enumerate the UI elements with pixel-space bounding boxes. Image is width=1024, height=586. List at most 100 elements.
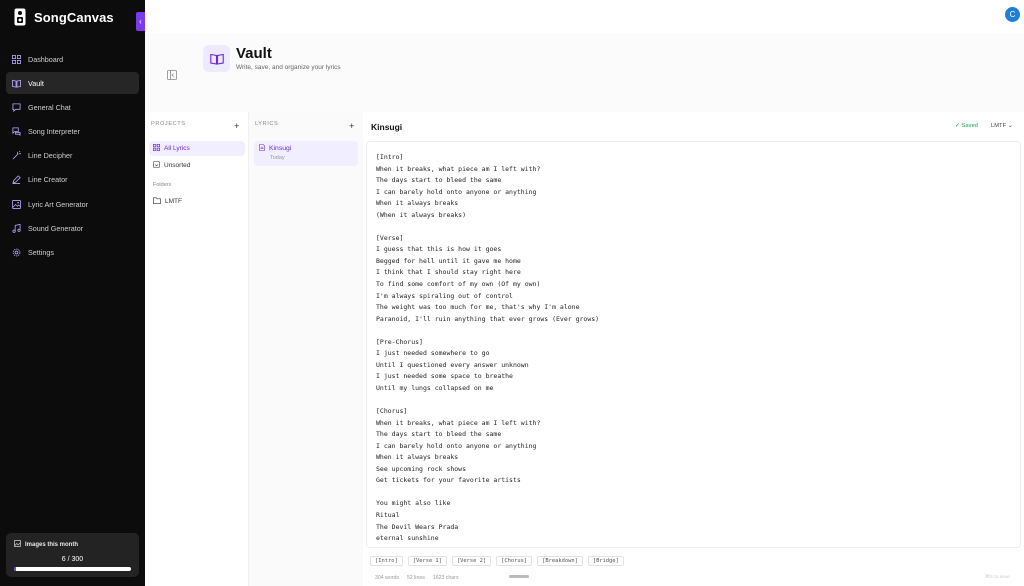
sidebar-item-settings[interactable]: Settings xyxy=(6,242,139,264)
lyric-line: Ritual xyxy=(376,510,400,519)
sidebar-item-label: Song Interpreter xyxy=(28,127,80,137)
brand-name: SongCanvas xyxy=(34,9,114,25)
section-tag-button[interactable]: [Verse 1] xyxy=(407,556,447,566)
lyric-line: When it always breaks xyxy=(376,199,459,208)
projects-panel: PROJECTS + All Lyrics Unsorted Folders L… xyxy=(145,112,249,586)
section-tag-button[interactable]: [Chorus] xyxy=(496,556,533,566)
sidebar-item-line-decipher[interactable]: Line Decipher xyxy=(6,145,139,167)
lyric-title: Kinsugi xyxy=(269,145,292,152)
lyric-line: [Verse] xyxy=(376,233,404,242)
folder-select[interactable]: LMTF ⌄ xyxy=(991,123,1013,129)
document-icon xyxy=(259,144,265,153)
sidebar-item-song-interpreter[interactable]: Song Interpreter xyxy=(6,121,139,143)
lyric-line: The weight was too much for me, that's w… xyxy=(376,303,580,312)
folder-icon xyxy=(153,197,161,206)
sidebar-item-label: General Chat xyxy=(28,102,71,112)
sidebar-item-label: Lyric Art Generator xyxy=(28,199,89,209)
projects-heading: PROJECTS xyxy=(151,121,186,127)
sidebar-item-lyric-art-generator[interactable]: Lyric Art Generator xyxy=(6,193,139,215)
add-lyric-button[interactable]: + xyxy=(349,121,355,131)
chevron-left-icon: ‹ xyxy=(139,17,142,26)
image-quota-card: Images this month 6 / 300 xyxy=(6,533,139,577)
image-icon xyxy=(14,540,21,549)
lyric-line: When it breaks, what piece am I left wit… xyxy=(376,418,541,427)
lyric-line: I just needed some space to breathe xyxy=(376,372,513,381)
lyrics-text: [Intro] When it breaks, what piece am I l… xyxy=(376,152,1011,547)
lyric-line: I can barely hold onto anyone or anythin… xyxy=(376,441,537,450)
book-icon xyxy=(209,53,224,65)
lyric-line xyxy=(376,394,1011,406)
add-project-button[interactable]: + xyxy=(234,121,240,131)
section-tag-button[interactable]: [Breakdown] xyxy=(537,556,583,566)
pen-icon xyxy=(12,175,21,185)
lyric-line: The days start to bleed the same xyxy=(376,430,502,439)
lyric-line: The Devil Wears Prada xyxy=(376,522,459,531)
sidebar-item-sound-generator[interactable]: Sound Generator xyxy=(6,217,139,239)
lyric-line: When it breaks, what piece am I left wit… xyxy=(376,164,541,173)
folders-label: Folders xyxy=(153,182,172,188)
lyric-line: You might also like xyxy=(376,499,451,508)
folder-item[interactable]: LMTF xyxy=(149,194,245,209)
lyric-line: The days start to bleed the same xyxy=(376,176,502,185)
folder-label: LMTF xyxy=(165,198,182,205)
sidebar-item-label: Vault xyxy=(28,78,44,88)
wand-icon xyxy=(12,151,21,160)
lyric-line: When it always breaks xyxy=(376,453,459,462)
sidebar-item-vault[interactable]: Vault xyxy=(6,72,139,95)
project-label: Unsorted xyxy=(164,162,191,169)
lyric-line: [Intro] xyxy=(376,153,404,161)
section-tag-button[interactable]: [Verse 2] xyxy=(451,556,492,566)
lyrics-panel: LYRICS + Kinsugi Today xyxy=(249,112,363,586)
lyric-line: I'm always spiraling out of control xyxy=(376,291,513,300)
sidebar-item-label: Sound Generator xyxy=(28,223,84,233)
interpreter-icon xyxy=(12,127,21,136)
char-count: 1623 chars xyxy=(432,575,459,581)
lyric-list-item[interactable]: Kinsugi Today xyxy=(254,141,358,166)
lyric-line xyxy=(376,325,1011,337)
save-status: ✓ Saved xyxy=(955,123,978,129)
quota-title-text: Images this month xyxy=(25,541,79,548)
document-title[interactable]: Kinsugi xyxy=(371,122,402,132)
sidebar: SongCanvas ‹ Dashboard Vault General Cha… xyxy=(0,0,145,586)
lyric-line: [Pre-Chorus] xyxy=(376,337,423,346)
project-all-lyrics[interactable]: All Lyrics xyxy=(149,141,245,156)
chat-icon xyxy=(12,103,21,112)
editor-stats: 304 words 52 lines 1623 chars xyxy=(375,575,459,581)
sidebar-item-label: Line Creator xyxy=(28,175,68,185)
save-shortcut-hint: ⌘S to save xyxy=(985,575,1010,580)
music-icon xyxy=(12,223,21,233)
lyric-line xyxy=(376,487,1011,499)
vault-badge xyxy=(203,45,230,72)
lyric-line: [Chorus] xyxy=(376,407,408,416)
page-subtitle: Write, save, and organize your lyrics xyxy=(236,64,341,71)
lyric-date: Today xyxy=(270,155,285,161)
section-tag-button[interactable]: [Intro] xyxy=(370,556,403,566)
lyric-line: Paranoid, I'll ruin anything that ever g… xyxy=(376,314,600,323)
sidebar-item-dashboard[interactable]: Dashboard xyxy=(6,48,139,70)
collapse-sidebar-button[interactable]: ‹ xyxy=(136,12,145,31)
user-avatar[interactable]: C xyxy=(1005,7,1020,22)
quota-count: 6 / 300 xyxy=(61,556,84,563)
panel-toggle-icon[interactable] xyxy=(167,67,177,80)
sidebar-nav: Dashboard Vault General Chat Song Interp… xyxy=(6,48,139,266)
section-tag-button[interactable]: [Bridge] xyxy=(587,556,624,566)
sidebar-item-general-chat[interactable]: General Chat xyxy=(6,96,139,118)
projects-header: PROJECTS + xyxy=(151,121,240,131)
lyric-line: eternal sunshine xyxy=(376,534,439,543)
quota-progress-bar xyxy=(14,567,131,571)
sidebar-item-line-creator[interactable]: Line Creator xyxy=(6,169,139,191)
lyric-line xyxy=(376,221,1011,233)
project-unsorted[interactable]: Unsorted xyxy=(149,158,245,173)
brand[interactable]: SongCanvas xyxy=(14,8,114,26)
image-icon xyxy=(12,199,21,209)
lyric-line: (When it always breaks) xyxy=(376,210,467,219)
lyric-line: Until my lungs collapsed on me xyxy=(376,383,494,392)
grid-icon xyxy=(153,144,160,153)
resize-handle[interactable] xyxy=(509,575,529,578)
quota-progress-fill xyxy=(14,567,17,571)
lyrics-textarea[interactable]: [Intro] When it breaks, what piece am I l… xyxy=(366,141,1021,548)
lyric-line: To find some comfort of my own (Of my ow… xyxy=(376,280,541,289)
lyric-line: Begged for hell until it gave me home xyxy=(376,256,521,265)
lyric-line: I just needed somewhere to go xyxy=(376,349,490,358)
logo-icon xyxy=(14,8,28,26)
